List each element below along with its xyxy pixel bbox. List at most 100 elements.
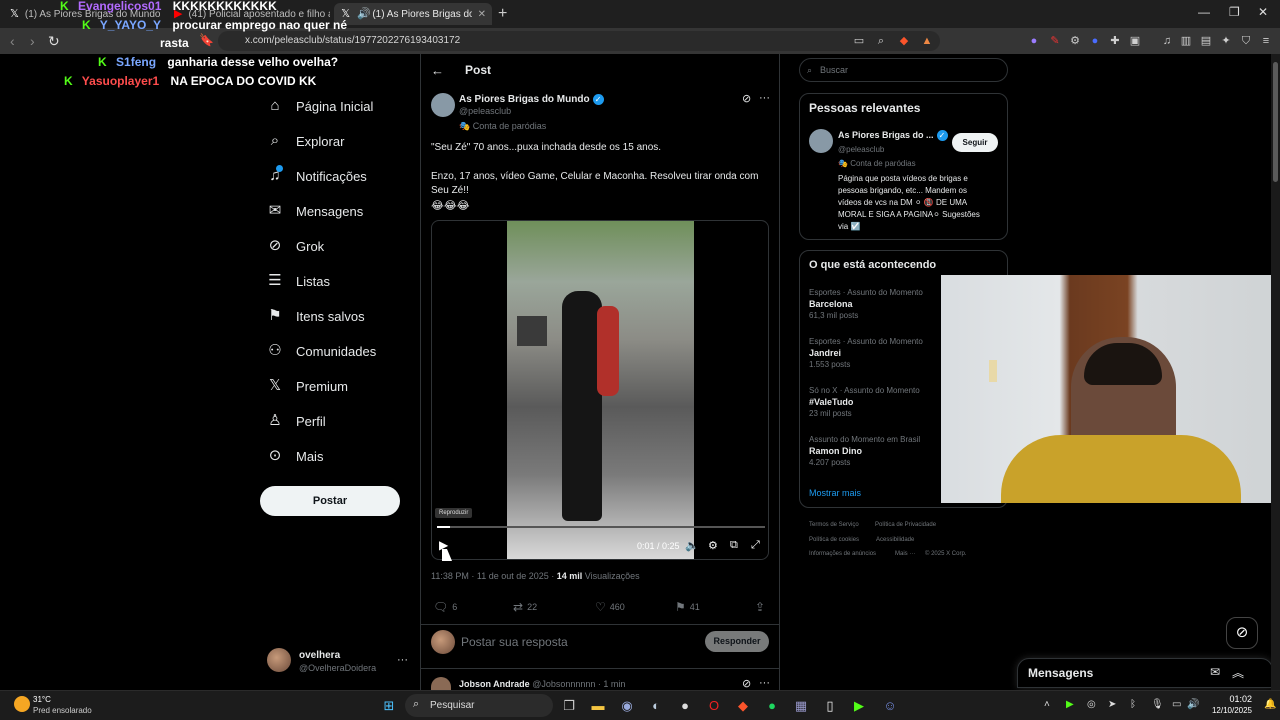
notepad-icon[interactable]: ▯: [822, 698, 838, 714]
author-avatar[interactable]: [431, 93, 455, 117]
extension-icon[interactable]: ●: [1088, 34, 1102, 48]
footer-link[interactable]: Política de Privacidade: [875, 522, 936, 528]
fullscreen-icon[interactable]: ⤢: [751, 539, 760, 552]
author-avatar[interactable]: [809, 129, 833, 153]
brave-icon[interactable]: ◆: [735, 698, 751, 714]
post-button[interactable]: Postar: [260, 486, 400, 516]
minimize-button[interactable]: —: [1198, 5, 1210, 19]
nav-bookmarks[interactable]: ⚑ Itens salvos: [266, 304, 364, 328]
video-player[interactable]: Reproduzir ▶ 0:01 / 0:25 🔈 ⚙ ⧉ ⤢: [431, 220, 769, 560]
trend-item[interactable]: Esportes · Assunto do Momento Barcelona …: [809, 288, 923, 320]
account-menu-icon[interactable]: ···: [397, 654, 408, 666]
zoom-icon[interactable]: ⌕: [874, 34, 888, 48]
grok-icon[interactable]: ⊘: [742, 92, 751, 105]
nav-messages[interactable]: ✉ Mensagens: [266, 199, 364, 223]
chevron-up-icon[interactable]: ︽: [1232, 664, 1244, 681]
sidebar-icon[interactable]: ▥: [1179, 34, 1193, 48]
windows-start-icon[interactable]: ⊞: [381, 698, 397, 714]
scrollbar-thumb[interactable]: [1273, 62, 1278, 182]
volume-icon[interactable]: 🔈: [685, 539, 699, 552]
app-icon[interactable]: ◐: [648, 698, 664, 714]
extension-icon[interactable]: ●: [1027, 34, 1041, 48]
opera-icon[interactable]: O: [706, 698, 722, 714]
vpn-icon[interactable]: ⛉: [1239, 34, 1253, 48]
nav-explore[interactable]: ⌕ Explorar: [266, 129, 345, 153]
relevant-name-row[interactable]: As Piores Brigas do ... ✓: [838, 130, 948, 142]
close-tab-icon[interactable]: ✕: [478, 9, 486, 20]
clock-time[interactable]: 01:02: [1208, 694, 1252, 704]
reply-author-row[interactable]: Jobson Andrade @Jobsonnnnnn · 1 min: [459, 679, 625, 689]
avatar[interactable]: [431, 677, 451, 690]
notifications-icon[interactable]: 🔔: [1264, 699, 1276, 710]
chevron-up-icon[interactable]: ˄: [1044, 699, 1050, 710]
menu-icon[interactable]: ≡: [1259, 34, 1273, 48]
avatar[interactable]: [267, 648, 291, 672]
like-action[interactable]: ♡ 460: [595, 600, 625, 614]
github-icon[interactable]: ●: [677, 698, 693, 714]
forward-button[interactable]: ›: [30, 33, 35, 49]
search-input[interactable]: ⌕ Buscar: [799, 58, 1008, 82]
steam-icon[interactable]: ◉: [619, 698, 635, 714]
extension-icon[interactable]: ✎: [1048, 34, 1062, 48]
more-options-icon[interactable]: ···: [759, 677, 770, 689]
microphone-icon[interactable]: 🎙: [1151, 699, 1164, 710]
footer-link[interactable]: Mais ···: [895, 551, 915, 557]
messages-drawer[interactable]: Mensagens ✉ ︽: [1017, 658, 1273, 688]
nav-profile[interactable]: ♙ Perfil: [266, 409, 325, 433]
browser-tab-active[interactable]: 𝕏 🔊 (1) As Piores Brigas do Mundo ✕: [334, 3, 492, 25]
screenshot-icon[interactable]: ▣: [1128, 34, 1142, 48]
reply-button[interactable]: Responder: [705, 631, 769, 652]
nav-lists[interactable]: ☰ Listas: [266, 269, 330, 293]
kick-icon[interactable]: ▶: [851, 698, 867, 714]
footer-link[interactable]: Política de cookies: [809, 537, 859, 543]
volume-icon[interactable]: 🔊: [1187, 699, 1199, 710]
app-icon[interactable]: ▦: [793, 698, 809, 714]
nav-communities[interactable]: ⚇ Comunidades: [266, 339, 376, 363]
tray-icon[interactable]: ◎: [1087, 699, 1096, 710]
weather-icon[interactable]: [14, 696, 30, 712]
nav-premium[interactable]: 𝕏 Premium: [266, 374, 348, 398]
bookmark-action[interactable]: ⚑ 41: [675, 600, 700, 614]
back-button[interactable]: ‹: [10, 33, 15, 49]
scrollbar[interactable]: [1271, 54, 1280, 690]
footer-link[interactable]: Informações de anúncios: [809, 551, 876, 557]
leo-ai-icon[interactable]: ✦: [1219, 34, 1233, 48]
grok-icon[interactable]: ⊘: [742, 677, 751, 690]
settings-icon[interactable]: ⚙: [708, 539, 718, 552]
extensions-puzzle-icon[interactable]: ✚: [1108, 34, 1122, 48]
repost-action[interactable]: ⇄ 22: [513, 600, 537, 614]
trend-item[interactable]: Assunto do Momento em Brasil Ramon Dino …: [809, 435, 920, 467]
author-handle[interactable]: @peleasclub: [459, 106, 511, 116]
pip-icon[interactable]: ⧉: [730, 539, 738, 552]
share-action[interactable]: ⇪: [755, 600, 769, 614]
kick-tray-icon[interactable]: ▶: [1066, 699, 1074, 710]
bookmark-icon[interactable]: 🔖: [199, 33, 214, 47]
trend-item[interactable]: Só no X · Assunto do Momento #ValeTudo 2…: [809, 386, 920, 418]
rewards-icon[interactable]: ▲: [920, 34, 934, 48]
address-bar[interactable]: x.com/peleasclub/status/1977202276193403…: [218, 31, 940, 51]
follow-button[interactable]: Seguir: [952, 133, 998, 152]
trend-item[interactable]: Esportes · Assunto do Momento Jandrei 1.…: [809, 337, 923, 369]
clock-date[interactable]: 12/10/2025: [1208, 706, 1252, 715]
grok-fab-icon[interactable]: ⊘: [1226, 617, 1258, 649]
new-tab-button[interactable]: +: [498, 5, 507, 23]
maximize-button[interactable]: ❐: [1229, 5, 1240, 19]
footer-link[interactable]: Acessibilidade: [876, 537, 914, 543]
taskbar-search[interactable]: ⌕ Pesquisar: [405, 694, 553, 717]
network-icon[interactable]: ▭: [1172, 699, 1181, 710]
back-arrow-icon[interactable]: ←: [431, 63, 444, 78]
video-progress-track[interactable]: [437, 526, 765, 528]
spotify-icon[interactable]: ●: [764, 698, 780, 714]
nav-more[interactable]: ⊙ Mais: [266, 444, 324, 468]
compose-message-icon[interactable]: ✉: [1210, 665, 1220, 679]
tray-icon[interactable]: ➤: [1108, 699, 1116, 710]
reload-button[interactable]: ↻: [48, 33, 60, 50]
extension-icon[interactable]: ⚙: [1068, 34, 1082, 48]
author-name-row[interactable]: As Piores Brigas do Mundo ✓: [459, 94, 604, 105]
nav-home[interactable]: ⌂ Página Inicial: [266, 94, 373, 118]
close-window-button[interactable]: ✕: [1258, 5, 1268, 19]
show-more-link[interactable]: Mostrar mais: [809, 488, 861, 498]
more-options-icon[interactable]: ···: [759, 92, 770, 104]
discord-icon[interactable]: ☺: [882, 698, 898, 714]
cast-icon[interactable]: ▭: [852, 34, 866, 48]
